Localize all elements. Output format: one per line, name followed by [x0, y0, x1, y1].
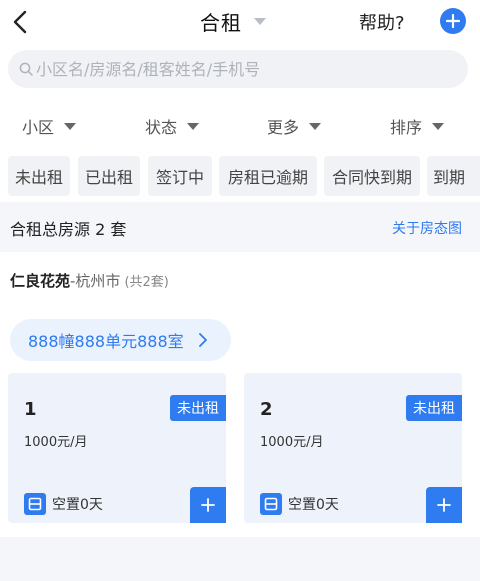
- summary-text: 合租总房源 2 套: [10, 220, 127, 239]
- community-city: -杭州市: [70, 272, 121, 290]
- room-price: 1000元/月: [260, 435, 324, 450]
- search-area: [0, 44, 480, 96]
- status-chips: 未出租 已出租 签订中 房租已逾期 合同快到期 到期: [0, 154, 480, 202]
- vacancy-text: 空置0天: [288, 497, 339, 513]
- filter-status[interactable]: 状态: [145, 114, 200, 138]
- header: 合租 帮助?: [0, 0, 480, 44]
- back-button[interactable]: [6, 8, 34, 36]
- triangle-down-icon: [64, 122, 77, 130]
- vacancy-icon: [24, 493, 46, 515]
- room-status-info-link[interactable]: 关于房态图: [392, 218, 462, 238]
- community-count: (共2套): [124, 275, 169, 290]
- triangle-down-icon: [187, 122, 200, 130]
- title-dropdown[interactable]: 合租: [200, 7, 266, 35]
- filter-more[interactable]: 更多: [267, 114, 322, 138]
- vacancy-info: 空置0天: [260, 493, 339, 515]
- help-button[interactable]: 帮助?: [359, 9, 405, 35]
- chip-signing[interactable]: 签订中: [148, 156, 212, 196]
- listing-section: 仁良花苑-杭州市 (共2套) 888幢888单元888室 1 未出租 1000元/…: [0, 252, 480, 537]
- unit-pill[interactable]: 888幢888单元888室: [10, 319, 231, 361]
- filter-label: 状态: [145, 118, 178, 137]
- chip-unrented[interactable]: 未出租: [8, 156, 70, 196]
- back-arrow-icon: [13, 10, 27, 34]
- community-header: 仁良花苑-杭州市 (共2套): [10, 270, 169, 291]
- chip-rent-overdue[interactable]: 房租已逾期: [219, 156, 317, 196]
- filter-label: 排序: [390, 118, 423, 137]
- triangle-down-icon: [309, 122, 322, 130]
- chevron-down-icon: [254, 17, 266, 25]
- filter-label: 小区: [22, 118, 55, 137]
- plus-icon: [437, 498, 451, 512]
- add-tenant-button[interactable]: [190, 487, 226, 523]
- chip-contract-expiring[interactable]: 合同快到期: [324, 156, 420, 196]
- filter-label: 更多: [267, 118, 300, 137]
- filter-community[interactable]: 小区: [22, 114, 77, 138]
- search-box[interactable]: [8, 50, 468, 88]
- summary-bar: 合租总房源 2 套 关于房态图: [0, 208, 480, 246]
- vacancy-info: 空置0天: [24, 493, 103, 515]
- search-input[interactable]: [36, 59, 436, 79]
- unit-label: 888幢888单元888室: [28, 332, 184, 351]
- add-button[interactable]: [440, 8, 466, 34]
- plus-icon: [201, 498, 215, 512]
- chip-rented[interactable]: 已出租: [78, 156, 140, 196]
- room-price: 1000元/月: [24, 435, 88, 450]
- room-number: 2: [260, 399, 273, 420]
- triangle-down-icon: [432, 122, 445, 130]
- filter-sort[interactable]: 排序: [390, 114, 445, 138]
- room-card[interactable]: 2 未出租 1000元/月 空置0天: [244, 373, 462, 523]
- plus-circle-icon: [446, 14, 460, 28]
- room-card[interactable]: 1 未出租 1000元/月 空置0天: [8, 373, 226, 523]
- page-title: 合租: [200, 10, 242, 35]
- room-number: 1: [24, 399, 37, 420]
- search-icon: [19, 62, 33, 76]
- add-tenant-button[interactable]: [426, 487, 462, 523]
- vacancy-icon: [260, 493, 282, 515]
- chip-expired[interactable]: 到期: [427, 156, 480, 196]
- community-name: 仁良花苑: [10, 272, 71, 290]
- vacancy-text: 空置0天: [52, 497, 103, 513]
- status-badge: 未出租: [406, 395, 462, 421]
- chevron-right-icon: [198, 333, 207, 347]
- status-badge: 未出租: [170, 395, 226, 421]
- filter-bar: 小区 状态 更多 排序: [0, 96, 480, 154]
